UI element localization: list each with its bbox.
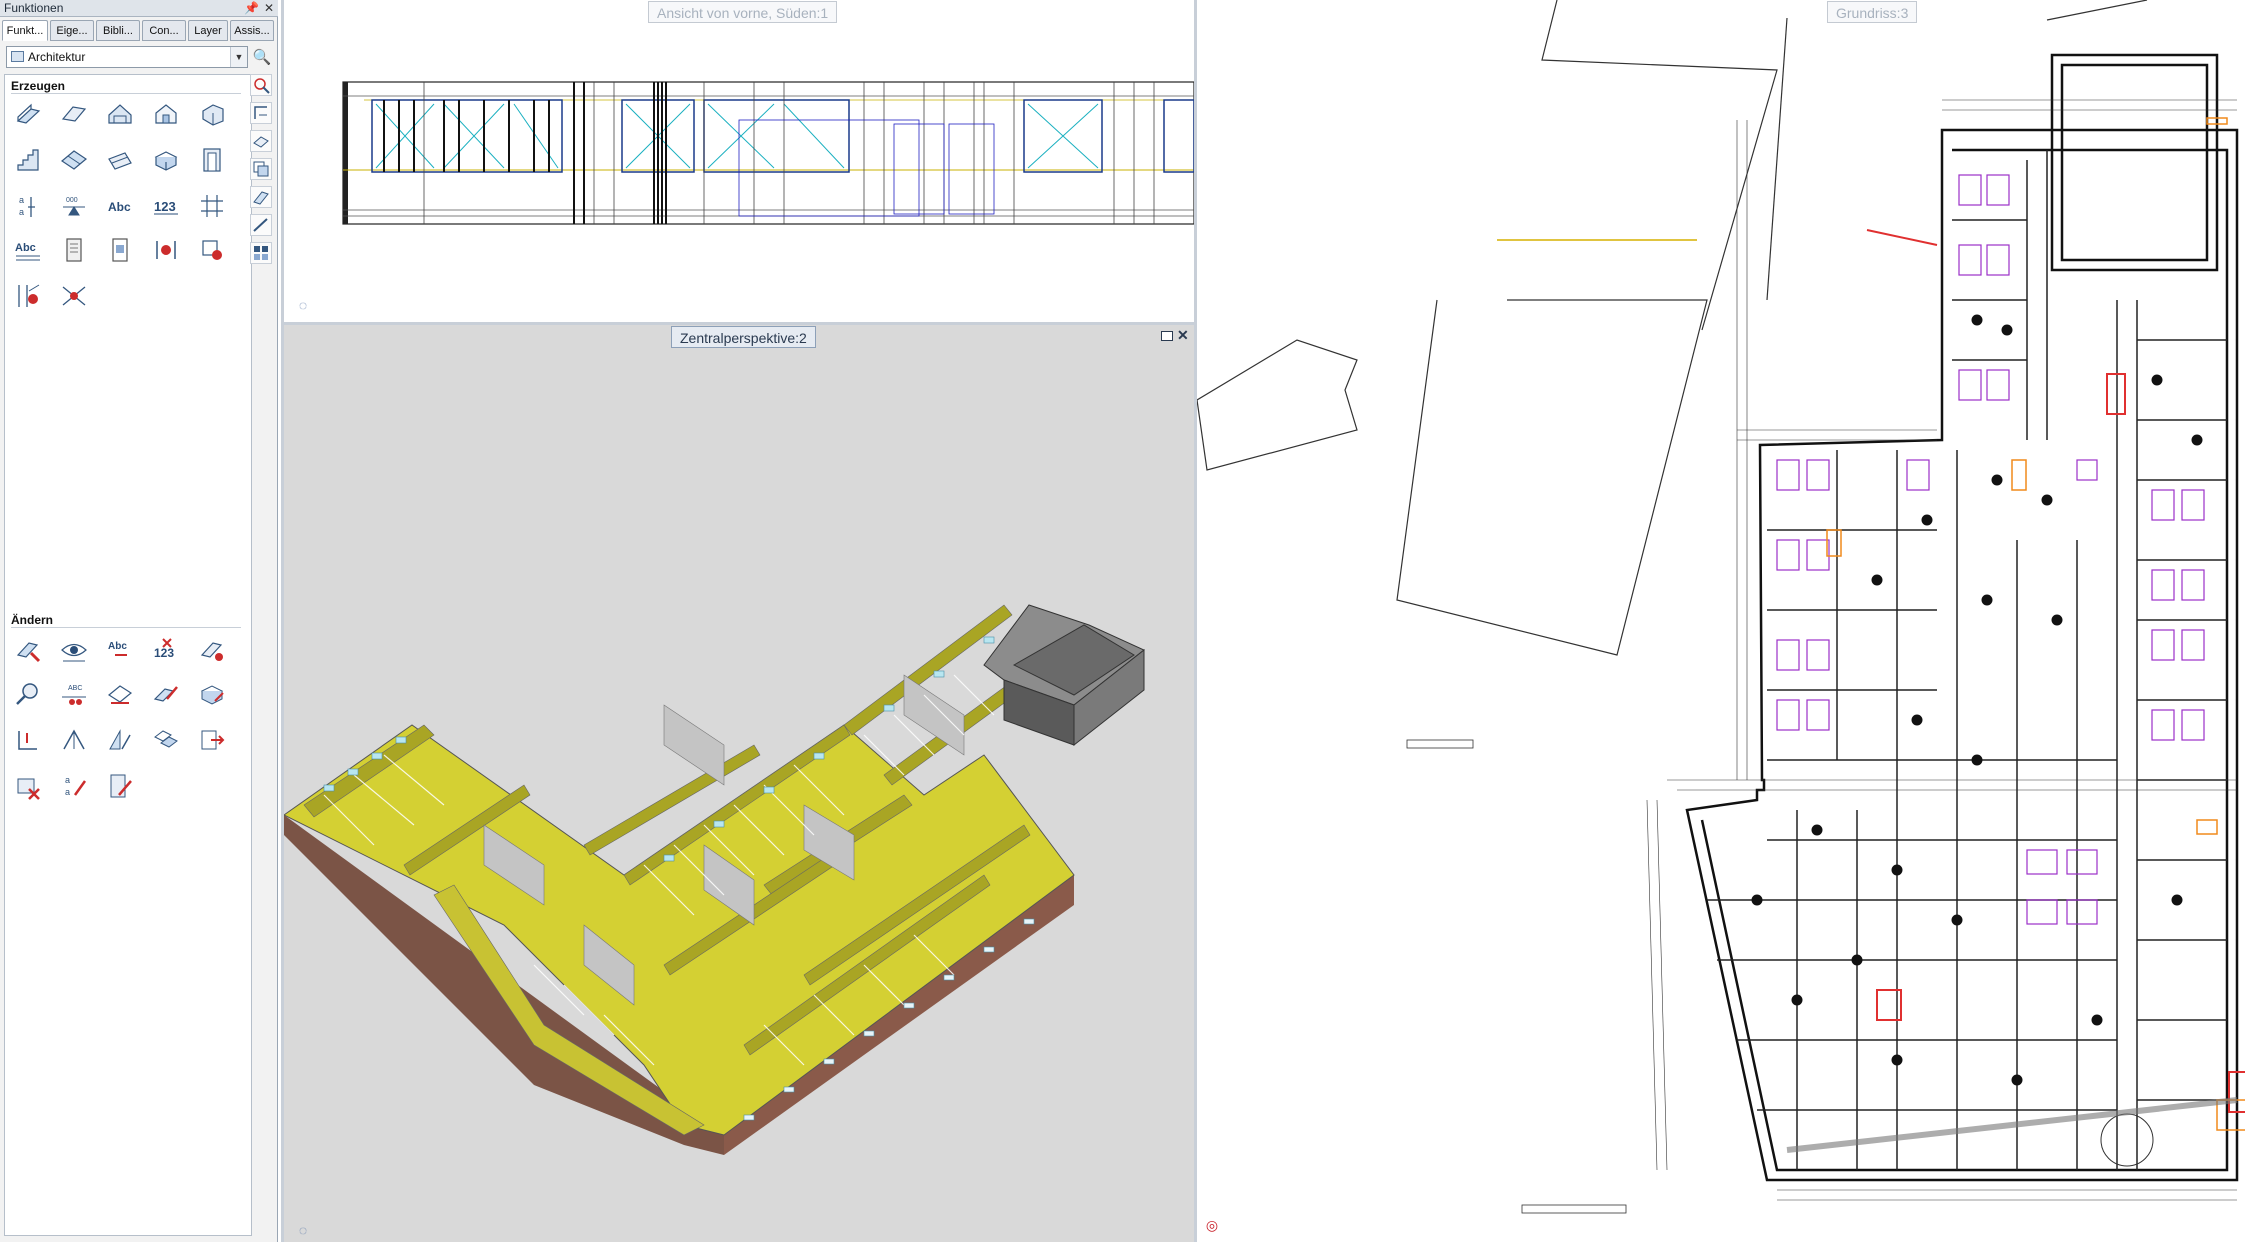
tab-connect[interactable]: Con... xyxy=(142,20,186,41)
svg-text:a: a xyxy=(65,787,70,797)
section-divider xyxy=(11,93,241,94)
navigation-icon[interactable]: ◌ xyxy=(294,296,312,314)
module-select[interactable]: Architektur ▼ xyxy=(6,46,248,68)
building-tool-icon[interactable] xyxy=(197,99,227,129)
cut-line-tool-icon[interactable] xyxy=(59,281,89,311)
draw-line-icon[interactable] xyxy=(250,214,272,236)
section-modify-title: Ändern xyxy=(11,613,53,627)
wall-tool-icon[interactable] xyxy=(13,99,43,129)
front-elevation-drawing xyxy=(342,81,1194,225)
navigation-icon[interactable]: ◎ xyxy=(1203,1216,1221,1234)
side-toolbar xyxy=(250,74,274,274)
detail-tool-icon[interactable] xyxy=(197,235,227,265)
modify-element-icon[interactable] xyxy=(197,635,227,665)
copy-view-icon[interactable] xyxy=(250,158,272,180)
roof-tool-icon[interactable] xyxy=(105,99,135,129)
viewport-front-elevation[interactable]: Ansicht von vorne, Süden:1 ◌ xyxy=(284,0,1194,322)
delete-element-icon[interactable] xyxy=(13,771,43,801)
edit-element-icon[interactable] xyxy=(151,679,181,709)
svg-text:a: a xyxy=(19,195,24,205)
copy-element-icon[interactable] xyxy=(151,725,181,755)
folder-icon xyxy=(11,51,24,62)
modify-label-icon[interactable]: aa xyxy=(59,771,89,801)
svg-text:123: 123 xyxy=(154,199,176,214)
svg-text:ABC: ABC xyxy=(68,685,82,692)
svg-text:a: a xyxy=(19,207,24,217)
modify-number-icon[interactable]: 123 xyxy=(151,635,181,665)
sheet-tool-icon[interactable] xyxy=(59,235,89,265)
panel-title: Funktionen xyxy=(0,0,278,17)
filter-icon[interactable] xyxy=(250,74,272,96)
ramp-tool-icon[interactable] xyxy=(105,145,135,175)
stack-tool-icon[interactable] xyxy=(250,130,272,152)
numbering-tool-icon[interactable]: 123 xyxy=(151,191,181,221)
svg-text:123: 123 xyxy=(154,646,174,660)
viewport-floor-plan[interactable]: Grundriss:3 ◎ xyxy=(1197,0,2245,1242)
extend-icon[interactable] xyxy=(59,725,89,755)
elevation-tool-icon[interactable] xyxy=(13,281,43,311)
floor-plan-drawing xyxy=(1197,0,2245,1214)
zoom-element-icon[interactable] xyxy=(13,679,43,709)
tab-assistant[interactable]: Assis... xyxy=(230,20,274,41)
chevron-down-icon[interactable]: ▼ xyxy=(230,47,247,67)
tool-groups: Erzeugen aa 000 Abc 123 Abc Ändern Abc 1… xyxy=(4,74,252,1236)
search-icon[interactable]: 🔍 xyxy=(252,48,272,68)
tab-layer[interactable]: Layer xyxy=(188,20,228,41)
svg-text:000: 000 xyxy=(66,197,78,204)
pin-icon[interactable]: 📌 xyxy=(244,1,259,15)
house-tool-icon[interactable] xyxy=(151,99,181,129)
modify-door-icon[interactable] xyxy=(105,771,135,801)
viewport-perspective[interactable]: Zentralperspektive:2 ✕ ◌ xyxy=(284,325,1194,1242)
functions-panel: Funktionen 📌 ✕ Funkt... Eige... Bibli...… xyxy=(0,0,278,1242)
modify-text-icon[interactable]: Abc xyxy=(105,635,135,665)
layer-tool-icon[interactable] xyxy=(250,102,272,124)
section-cut-tool-icon[interactable] xyxy=(151,235,181,265)
section-divider xyxy=(11,627,241,628)
text-tool-icon[interactable]: Abc xyxy=(105,191,135,221)
mirror-icon[interactable] xyxy=(105,725,135,755)
insert-point-icon[interactable] xyxy=(13,725,43,755)
stair-tool-icon[interactable] xyxy=(13,145,43,175)
tab-properties[interactable]: Eige... xyxy=(50,20,94,41)
door-tool-icon[interactable] xyxy=(197,145,227,175)
svg-text:a: a xyxy=(65,775,70,785)
slab-tool-icon[interactable] xyxy=(59,99,89,129)
tab-library[interactable]: Bibli... xyxy=(96,20,140,41)
text-style-tool-icon[interactable]: Abc xyxy=(13,235,43,265)
room-tool-icon[interactable] xyxy=(151,145,181,175)
move-element-icon[interactable] xyxy=(197,725,227,755)
list-tool-icon[interactable] xyxy=(105,235,135,265)
modify-properties-icon[interactable] xyxy=(13,635,43,665)
modify-plane-icon[interactable] xyxy=(105,679,135,709)
svg-text:Abc: Abc xyxy=(15,242,36,254)
svg-text:Abc: Abc xyxy=(108,641,127,652)
visibility-icon[interactable] xyxy=(59,635,89,665)
panel-tabs: Funkt... Eige... Bibli... Con... Layer A… xyxy=(2,20,276,42)
module-select-value: Architektur xyxy=(28,50,86,64)
perspective-model xyxy=(284,604,1145,1155)
dimension-tool-icon[interactable]: 000 xyxy=(59,191,89,221)
replace-text-icon[interactable]: ABC xyxy=(59,679,89,709)
svg-text:Abc: Abc xyxy=(108,200,131,214)
grid-tool-icon[interactable] xyxy=(197,191,227,221)
plane-tool-icon[interactable] xyxy=(59,145,89,175)
tab-functions[interactable]: Funkt... xyxy=(2,20,48,41)
modify-room-icon[interactable] xyxy=(197,679,227,709)
close-icon[interactable]: ✕ xyxy=(262,1,276,15)
navigation-icon[interactable]: ◌ xyxy=(294,1221,312,1239)
section-create-title: Erzeugen xyxy=(11,79,66,93)
wall-quick-icon[interactable] xyxy=(250,186,272,208)
label-tool-icon[interactable]: aa xyxy=(13,191,43,221)
layout-icon[interactable] xyxy=(250,242,272,264)
